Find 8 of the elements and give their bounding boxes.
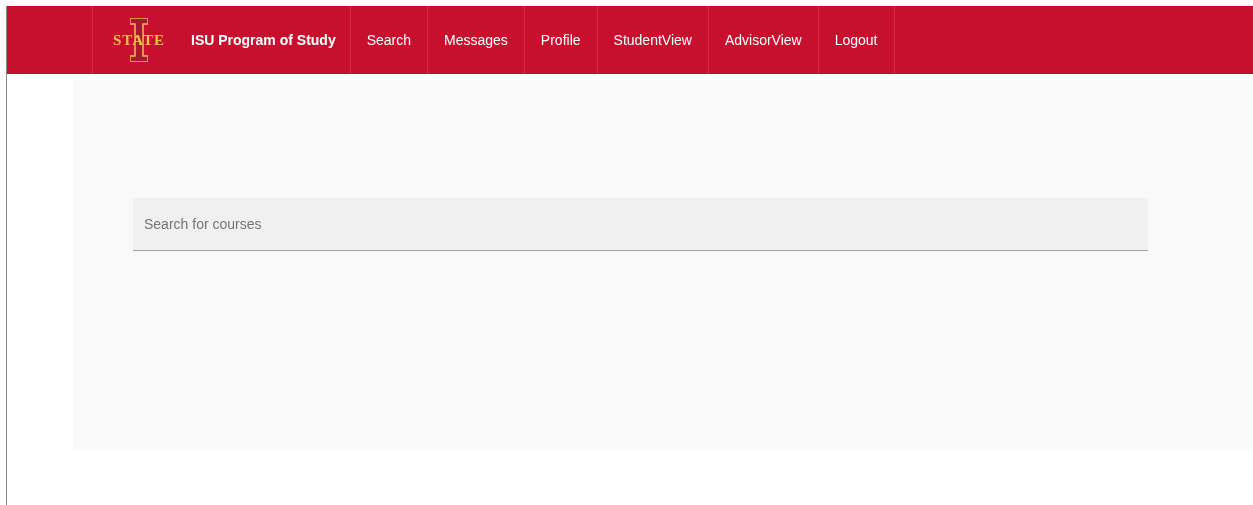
brand-title[interactable]: ISU Program of Study [191, 29, 336, 51]
nav-link[interactable]: Messages [428, 6, 525, 74]
nav-link[interactable]: StudentView [597, 6, 709, 74]
nav-link[interactable]: Logout [818, 6, 895, 74]
nav-link[interactable]: Profile [524, 6, 598, 74]
search-field[interactable]: Search for courses [133, 198, 1148, 251]
nav-link[interactable]: AdvisorView [708, 6, 819, 74]
nav-link[interactable]: Search [350, 6, 429, 74]
